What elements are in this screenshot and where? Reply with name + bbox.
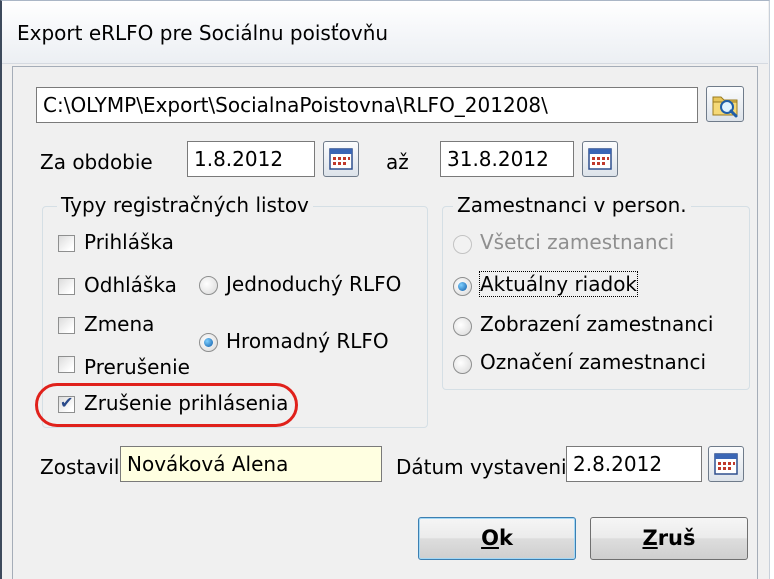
zobrazeni-zamestnanci-label: Zobrazení zamestnanci (480, 312, 714, 336)
calendar-icon (588, 148, 612, 170)
prihlaska-checkbox[interactable] (58, 235, 75, 252)
aktualny-riadok-radio[interactable] (453, 277, 472, 296)
radio-selected-dot-icon (458, 282, 467, 291)
radio-selected-dot-icon (204, 338, 213, 347)
period-to-label: až (386, 150, 409, 174)
jednoduchy-rlfo-label: Jednoduchý RLFO (226, 272, 402, 296)
period-label: Za obdobie (40, 150, 153, 174)
prerusenie-checkbox[interactable] (58, 356, 75, 373)
prerusenie-label: Prerušenie (84, 355, 190, 379)
cancel-button-accel: Z (642, 526, 658, 550)
period-to-input[interactable]: 31.8.2012 (440, 141, 574, 177)
author-label: Zostavil (40, 455, 120, 479)
zobrazeni-zamestnanci-radio[interactable] (453, 317, 472, 336)
calendar-icon (714, 453, 738, 475)
oznaceni-zamestnanci-radio[interactable] (453, 355, 472, 374)
ok-button-accel: O (481, 526, 499, 550)
issue-date-calendar-button[interactable] (708, 446, 744, 482)
jednoduchy-rlfo-radio[interactable] (199, 276, 218, 295)
zmena-checkbox[interactable] (58, 317, 75, 334)
employees-title: Zamestnanci v person. (453, 193, 691, 217)
period-from-calendar-button[interactable] (323, 141, 359, 177)
hromadny-rlfo-radio[interactable] (199, 333, 218, 352)
ok-button[interactable]: Ok (418, 517, 576, 560)
period-to-calendar-button[interactable] (582, 141, 618, 177)
issue-date-input[interactable]: 2.8.2012 (566, 446, 702, 482)
export-path-input[interactable]: C:\OLYMP\Export\SocialnaPoistovna\RLFO_2… (36, 87, 698, 123)
author-input[interactable]: Nováková Alena (120, 446, 382, 482)
period-from-input[interactable]: 1.8.2012 (187, 141, 315, 177)
odhlaska-label: Odhláška (84, 273, 177, 297)
window-title: Export eRLFO pre Sociálnu poisťovňu (17, 21, 389, 45)
calendar-icon (329, 148, 353, 170)
aktualny-riadok-label: Aktuálny riadok (478, 271, 639, 297)
browse-folder-button[interactable] (706, 86, 744, 122)
folder-search-icon (712, 96, 738, 118)
odhlaska-checkbox[interactable] (58, 278, 75, 295)
prihlaska-label: Prihláška (84, 230, 174, 254)
vsetci-zamestnanci-radio[interactable] (453, 235, 472, 254)
cancel-button-label: ruš (657, 526, 696, 550)
highlight-annotation-ring (35, 383, 298, 427)
vsetci-zamestnanci-label: Všetci zamestnanci (480, 230, 675, 254)
ok-button-label: k (498, 526, 513, 550)
oznaceni-zamestnanci-label: Označení zamestnanci (480, 350, 707, 374)
registration-types-title: Typy registračných listov (57, 193, 313, 217)
issue-date-label: Dátum vystavenia (396, 455, 579, 479)
zmena-label: Zmena (84, 312, 155, 336)
cancel-button[interactable]: Zruš (590, 517, 748, 560)
hromadny-rlfo-label: Hromadný RLFO (226, 329, 389, 353)
title-bar[interactable]: Export eRLFO pre Sociálnu poisťovňu (2, 1, 768, 64)
